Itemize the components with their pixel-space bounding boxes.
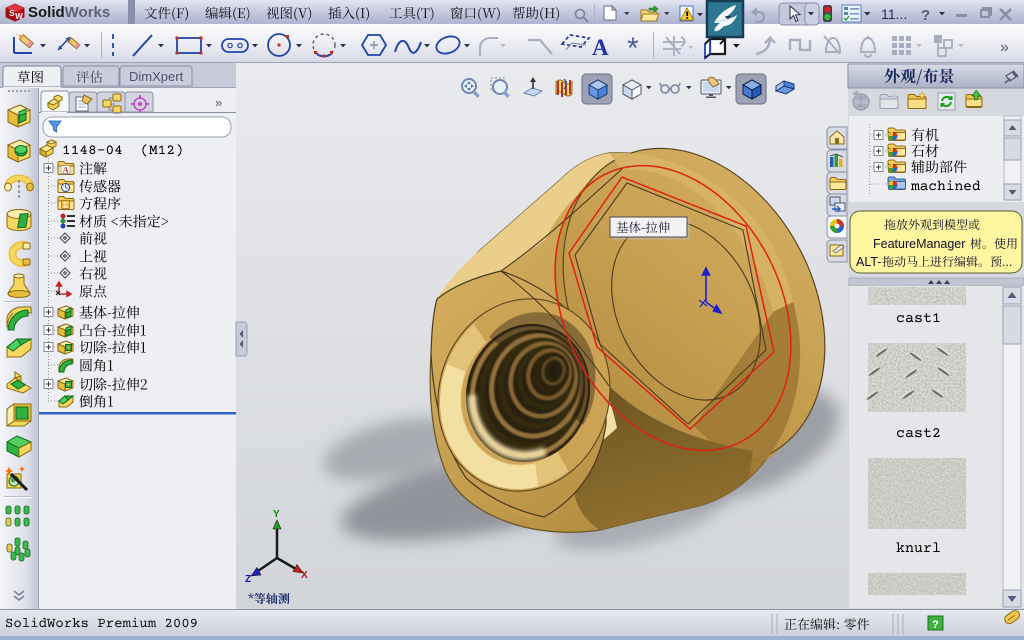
- svg-text:FeatureManager: FeatureManager: [873, 237, 965, 251]
- svg-text:DimXpert: DimXpert: [129, 69, 184, 84]
- svg-text:Z: Z: [245, 574, 251, 585]
- svg-text:»: »: [215, 95, 222, 110]
- svg-text:SolidWorks: SolidWorks: [28, 4, 110, 21]
- svg-text:...: ...: [1002, 255, 1012, 269]
- svg-text:*: *: [627, 32, 639, 65]
- svg-text:?: ?: [932, 619, 939, 631]
- svg-text:X: X: [301, 570, 308, 581]
- svg-text:A: A: [592, 35, 609, 60]
- svg-text:?: ?: [921, 7, 930, 24]
- svg-text:Σ: Σ: [63, 201, 68, 210]
- svg-text:11...: 11...: [881, 6, 907, 22]
- svg-text:Y: Y: [273, 509, 280, 520]
- svg-text:ALT-: ALT-: [856, 255, 881, 269]
- svg-text:A: A: [63, 165, 70, 175]
- svg-text:W: W: [15, 12, 23, 21]
- svg-text:»: »: [1000, 39, 1009, 56]
